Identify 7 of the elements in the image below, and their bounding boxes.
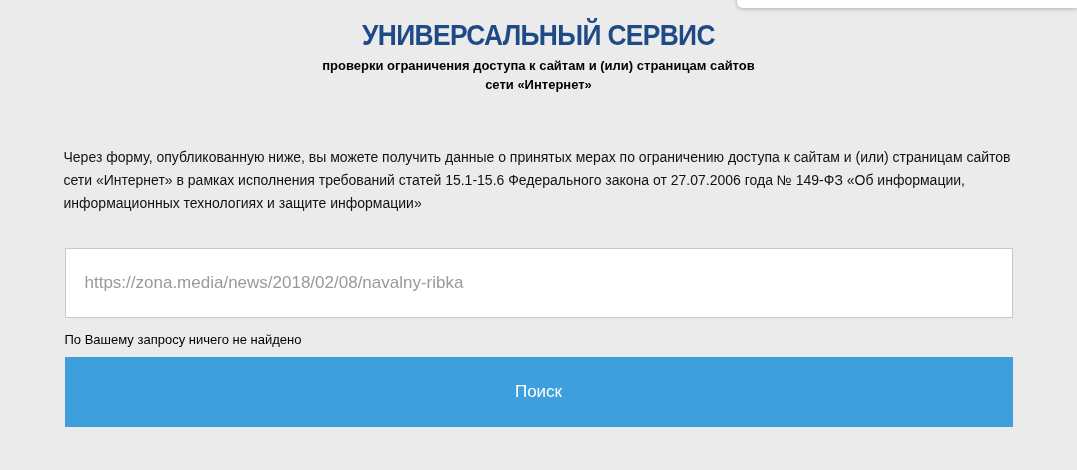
url-input[interactable]: https://zona.media/news/2018/02/08/navalny-ribka [64, 248, 1013, 318]
result-message: По Вашему запросу ничего не найдено [64, 331, 303, 349]
search-button[interactable]: Поиск [64, 357, 1013, 427]
subtitle-line: проверки ограничения доступа к сайтам и (или) страницам сайтов [322, 57, 755, 75]
subtitle-line: сети «Интернет» [485, 76, 592, 94]
description-text: Через форму, опубликованную ниже, вы можете получить данные о принятых мерах по ограничению доступа к сайтам и (или) страницам сайтов сети «Интернет» в рамках исполнения требований статей 15.1-15.6 Федерального закона от 27.07.2006 года № 149-ФЗ «Об информации, информационных технологиях и защите информации» [63, 148, 1012, 213]
page-title: УНИВЕРСАЛЬНЫЙ СЕРВИС [362, 18, 715, 52]
